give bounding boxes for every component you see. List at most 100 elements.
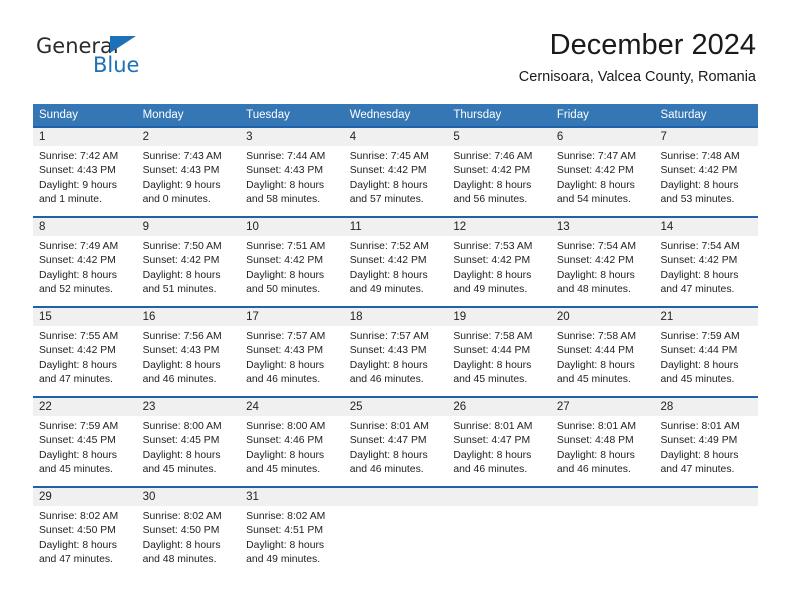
sunrise-text: Sunrise: 8:00 AM xyxy=(142,421,222,432)
weekday-monday: Monday xyxy=(142,109,184,121)
day-cell[interactable]: 3 Sunrise: 7:44 AM Sunset: 4:43 PM Dayli… xyxy=(240,128,344,216)
sunrise-text: Sunrise: 7:59 AM xyxy=(39,421,119,432)
day-details: Sunrise: 7:53 AM Sunset: 4:42 PM Dayligh… xyxy=(447,236,551,306)
daylight-text-line2: and 46 minutes. xyxy=(142,374,217,386)
sunset-text: Sunset: 4:44 PM xyxy=(556,345,634,357)
day-cell[interactable]: 25 Sunrise: 8:01 AM Sunset: 4:47 PM Dayl… xyxy=(343,398,448,486)
day-number: 6 xyxy=(550,128,655,146)
day-number: 5 xyxy=(447,128,551,146)
day-cell[interactable]: 8 Sunrise: 7:49 AM Sunset: 4:42 PM Dayli… xyxy=(33,218,137,306)
day-details: Sunrise: 7:57 AM Sunset: 4:43 PM Dayligh… xyxy=(344,326,448,396)
day-cell[interactable]: 21 Sunrise: 7:59 AM Sunset: 4:44 PM Dayl… xyxy=(654,308,759,396)
daylight-text-line2: and 45 minutes. xyxy=(556,374,631,386)
day-cell[interactable]: 2 Sunrise: 7:43 AM Sunset: 4:43 PM Dayli… xyxy=(136,128,241,216)
daylight-text-line1: Daylight: 8 hours xyxy=(349,179,428,191)
day-cell[interactable]: 6 Sunrise: 7:47 AM Sunset: 4:42 PM Dayli… xyxy=(550,128,655,216)
day-cell[interactable]: 17 Sunrise: 7:57 AM Sunset: 4:43 PM Dayl… xyxy=(240,308,344,396)
sunset-text: Sunset: 4:42 PM xyxy=(556,255,634,267)
sunrise-text: Sunrise: 8:01 AM xyxy=(660,421,740,432)
day-number: 4 xyxy=(343,128,448,146)
day-cell[interactable]: 29 Sunrise: 8:02 AM Sunset: 4:50 PM Dayl… xyxy=(33,488,137,576)
daylight-text-line2: and 46 minutes. xyxy=(349,464,424,476)
day-cell[interactable]: 18 Sunrise: 7:57 AM Sunset: 4:43 PM Dayl… xyxy=(343,308,448,396)
sunset-text: Sunset: 4:43 PM xyxy=(39,165,116,177)
day-cell[interactable]: 10 Sunrise: 7:51 AM Sunset: 4:42 PM Dayl… xyxy=(240,218,344,306)
day-cell[interactable]: 9 Sunrise: 7:50 AM Sunset: 4:42 PM Dayli… xyxy=(136,218,241,306)
day-details: Sunrise: 7:58 AM Sunset: 4:44 PM Dayligh… xyxy=(551,326,655,396)
day-number: 7 xyxy=(654,128,759,146)
day-number: 22 xyxy=(33,398,137,416)
daylight-text-line2: and 46 minutes. xyxy=(556,464,631,476)
day-cell[interactable]: 14 Sunrise: 7:54 AM Sunset: 4:42 PM Dayl… xyxy=(654,218,759,306)
generalblue-logo[interactable]: General Blue xyxy=(36,34,216,84)
sunrise-text: Sunrise: 8:00 AM xyxy=(246,421,326,432)
day-details: Sunrise: 7:57 AM Sunset: 4:43 PM Dayligh… xyxy=(240,326,344,396)
day-cell[interactable]: 31 Sunrise: 8:02 AM Sunset: 4:51 PM Dayl… xyxy=(240,488,344,576)
day-cell[interactable]: 22 Sunrise: 7:59 AM Sunset: 4:45 PM Dayl… xyxy=(33,398,137,486)
day-details: Sunrise: 8:01 AM Sunset: 4:47 PM Dayligh… xyxy=(344,416,448,486)
day-cell[interactable]: 7 Sunrise: 7:48 AM Sunset: 4:42 PM Dayli… xyxy=(654,128,759,216)
sunrise-text: Sunrise: 8:01 AM xyxy=(556,421,637,432)
daylight-text-line2: and 46 minutes. xyxy=(349,374,424,386)
daylight-text-line2: and 57 minutes. xyxy=(349,194,424,206)
day-details: Sunrise: 7:55 AM Sunset: 4:42 PM Dayligh… xyxy=(33,326,137,396)
daylight-text-line1: Daylight: 8 hours xyxy=(556,449,635,461)
day-cell[interactable]: 12 Sunrise: 7:53 AM Sunset: 4:42 PM Dayl… xyxy=(447,218,551,306)
daylight-text-line2: and 47 minutes. xyxy=(660,284,735,296)
weekday-wednesday: Wednesday xyxy=(349,109,411,121)
day-cell[interactable]: 26 Sunrise: 8:01 AM Sunset: 4:47 PM Dayl… xyxy=(447,398,551,486)
daylight-text-line1: Daylight: 8 hours xyxy=(453,179,532,191)
calendar-grid: Sunday Monday Tuesday Wednesday Thursday… xyxy=(33,104,759,576)
daylight-text-line1: Daylight: 8 hours xyxy=(453,359,532,371)
sunrise-text: Sunrise: 7:45 AM xyxy=(349,151,429,162)
day-cell-empty xyxy=(447,488,551,576)
sunrise-text: Sunrise: 8:02 AM xyxy=(142,511,222,522)
day-details: Sunrise: 7:45 AM Sunset: 4:42 PM Dayligh… xyxy=(344,146,448,216)
day-number: 13 xyxy=(550,218,655,236)
week-row: 22 Sunrise: 7:59 AM Sunset: 4:45 PM Dayl… xyxy=(33,396,759,486)
weekday-tuesday: Tuesday xyxy=(246,109,290,121)
day-details: Sunrise: 8:02 AM Sunset: 4:50 PM Dayligh… xyxy=(137,506,241,576)
day-details: Sunrise: 8:00 AM Sunset: 4:45 PM Dayligh… xyxy=(137,416,241,486)
daylight-text-line1: Daylight: 8 hours xyxy=(453,269,532,281)
day-number: 30 xyxy=(136,488,241,506)
day-cell[interactable]: 19 Sunrise: 7:58 AM Sunset: 4:44 PM Dayl… xyxy=(447,308,551,396)
sunset-text: Sunset: 4:42 PM xyxy=(142,255,220,267)
day-cell[interactable]: 28 Sunrise: 8:01 AM Sunset: 4:49 PM Dayl… xyxy=(654,398,759,486)
day-cell[interactable]: 16 Sunrise: 7:56 AM Sunset: 4:43 PM Dayl… xyxy=(136,308,241,396)
day-cell[interactable]: 5 Sunrise: 7:46 AM Sunset: 4:42 PM Dayli… xyxy=(447,128,551,216)
daylight-text-line1: Daylight: 8 hours xyxy=(39,449,117,461)
day-number: 25 xyxy=(343,398,448,416)
sunrise-text: Sunrise: 7:53 AM xyxy=(453,241,533,252)
daylight-text-line2: and 0 minutes. xyxy=(142,194,211,206)
sunset-text: Sunset: 4:43 PM xyxy=(246,165,323,177)
day-cell[interactable]: 11 Sunrise: 7:52 AM Sunset: 4:42 PM Dayl… xyxy=(343,218,448,306)
daylight-text-line1: Daylight: 8 hours xyxy=(246,449,325,461)
sunrise-text: Sunrise: 8:02 AM xyxy=(39,511,119,522)
day-cell[interactable]: 24 Sunrise: 8:00 AM Sunset: 4:46 PM Dayl… xyxy=(240,398,344,486)
day-cell[interactable]: 23 Sunrise: 8:00 AM Sunset: 4:45 PM Dayl… xyxy=(136,398,241,486)
day-number: 21 xyxy=(654,308,759,326)
day-details: Sunrise: 7:42 AM Sunset: 4:43 PM Dayligh… xyxy=(33,146,137,216)
day-cell[interactable]: 30 Sunrise: 8:02 AM Sunset: 4:50 PM Dayl… xyxy=(136,488,241,576)
day-number xyxy=(654,488,759,506)
daylight-text-line2: and 45 minutes. xyxy=(453,374,528,386)
day-cell[interactable]: 20 Sunrise: 7:58 AM Sunset: 4:44 PM Dayl… xyxy=(550,308,655,396)
daylight-text-line1: Daylight: 8 hours xyxy=(39,539,117,551)
daylight-text-line2: and 53 minutes. xyxy=(660,194,735,206)
day-cell[interactable]: 13 Sunrise: 7:54 AM Sunset: 4:42 PM Dayl… xyxy=(550,218,655,306)
daylight-text-line1: Daylight: 8 hours xyxy=(246,539,325,551)
daylight-text-line2: and 48 minutes. xyxy=(556,284,631,296)
sunrise-text: Sunrise: 7:55 AM xyxy=(39,331,119,342)
day-cell[interactable]: 15 Sunrise: 7:55 AM Sunset: 4:42 PM Dayl… xyxy=(33,308,137,396)
daylight-text-line2: and 47 minutes. xyxy=(39,374,113,386)
day-cell[interactable]: 4 Sunrise: 7:45 AM Sunset: 4:42 PM Dayli… xyxy=(343,128,448,216)
day-cell[interactable]: 27 Sunrise: 8:01 AM Sunset: 4:48 PM Dayl… xyxy=(550,398,655,486)
day-number: 31 xyxy=(240,488,344,506)
sunrise-text: Sunrise: 7:46 AM xyxy=(453,151,533,162)
sunset-text: Sunset: 4:42 PM xyxy=(453,255,531,267)
day-details: Sunrise: 7:54 AM Sunset: 4:42 PM Dayligh… xyxy=(551,236,655,306)
daylight-text-line2: and 49 minutes. xyxy=(453,284,528,296)
day-cell[interactable]: 1 Sunrise: 7:42 AM Sunset: 4:43 PM Dayli… xyxy=(33,128,137,216)
daylight-text-line1: Daylight: 9 hours xyxy=(142,179,221,191)
